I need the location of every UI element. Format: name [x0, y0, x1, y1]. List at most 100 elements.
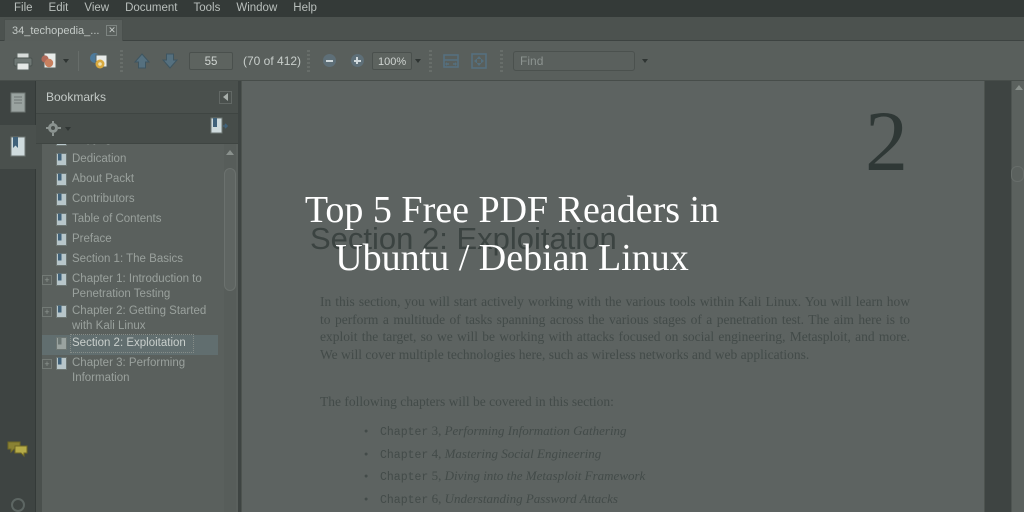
menu-item-edit[interactable]: Edit	[41, 0, 77, 17]
bookmark-icon	[56, 144, 67, 146]
list-item[interactable]: + Chapter 1: Introduction to Penetration…	[42, 271, 218, 303]
find-input[interactable]: Find	[513, 50, 636, 71]
zoom-level-selector[interactable]: 100%	[372, 46, 422, 76]
bookmarks-scroll-area: Copyright and Credits Dedication About P…	[42, 144, 238, 512]
bookmark-label: Table of Contents	[72, 213, 162, 225]
add-bookmark-button[interactable]	[209, 117, 229, 140]
document-view[interactable]: 2 Section 2: Exploitation In this sectio…	[238, 81, 1024, 512]
print-button[interactable]	[10, 46, 36, 76]
bookmarks-list: Copyright and Credits Dedication About P…	[42, 144, 218, 387]
expander-placeholder	[42, 195, 52, 205]
list-item[interactable]: Dedication	[42, 151, 218, 171]
fit-page-button[interactable]	[466, 46, 492, 76]
scroll-up-icon-document[interactable]	[1012, 81, 1024, 94]
next-page-button[interactable]	[157, 46, 183, 76]
chevron-down-icon[interactable]	[63, 58, 69, 63]
zoom-out-button[interactable]	[316, 46, 342, 76]
rail-button-pages[interactable]	[0, 81, 36, 125]
list-item[interactable]: Contributors	[42, 191, 218, 211]
toolbar-grip[interactable]	[120, 49, 123, 72]
chapter-ref: Chapter	[380, 471, 429, 484]
bookmark-icon	[56, 305, 67, 318]
document-scrollbar-thumb[interactable]	[1011, 166, 1024, 182]
chevron-down-icon-find[interactable]	[642, 58, 649, 63]
rail-button-search[interactable]	[8, 495, 28, 512]
bookmark-icon	[56, 153, 67, 166]
rail-button-bookmarks[interactable]	[0, 125, 36, 169]
bookmark-icon	[56, 213, 67, 226]
menu-item-file[interactable]: File	[6, 0, 41, 17]
chapter-title: Performing Information Gathering	[444, 423, 627, 438]
expander-placeholder	[42, 339, 52, 349]
bookmark-icon	[56, 233, 67, 246]
chevron-down-icon-zoom[interactable]	[415, 58, 422, 63]
bookmark-label: Copyright and Credits	[72, 144, 189, 147]
bookmark-label: Contributors	[72, 193, 135, 205]
zoom-level-value: 100%	[372, 51, 413, 70]
document-scrollbar[interactable]	[1011, 81, 1024, 512]
section-paragraph: In this section, you will start actively…	[320, 294, 910, 362]
bookmarks-scrollbar-thumb[interactable]	[224, 168, 236, 291]
chevron-down-icon-bookmarks[interactable]	[65, 126, 71, 131]
copy-button[interactable]	[38, 46, 69, 76]
chapter-num: 5,	[431, 468, 442, 483]
close-icon[interactable]: ✕	[106, 25, 118, 36]
tab-strip: 34_techopedia_... ✕	[0, 17, 1024, 41]
list-item[interactable]: Section 1: The Basics	[42, 251, 218, 271]
list-item[interactable]: Preface	[42, 231, 218, 251]
pdf-reader-window: File Edit View Document Tools Window Hel…	[0, 0, 1024, 512]
section-intro-line: The following chapters will be covered i…	[320, 394, 614, 409]
chapter-num: 3,	[431, 423, 442, 438]
expander-placeholder	[42, 155, 52, 165]
pdf-page: 2 Section 2: Exploitation In this sectio…	[242, 81, 984, 512]
toolbar-grip-4[interactable]	[500, 49, 504, 72]
bookmark-icon	[56, 357, 67, 370]
bookmark-label: Chapter 3: Performing Information	[72, 357, 186, 384]
pages-icon	[10, 92, 26, 113]
list-item[interactable]: Copyright and Credits	[42, 144, 218, 151]
list-item[interactable]: Table of Contents	[42, 211, 218, 231]
expander-icon[interactable]: +	[42, 359, 52, 369]
zoom-in-button[interactable]	[344, 46, 370, 76]
toolbar-separator	[78, 50, 79, 71]
chapter-title: Mastering Social Engineering	[444, 445, 602, 461]
highlight-button[interactable]	[86, 46, 112, 76]
expander-placeholder	[42, 235, 52, 245]
menu-item-window[interactable]: Window	[228, 0, 285, 17]
bookmark-label: Preface	[72, 233, 112, 245]
expander-placeholder	[42, 215, 52, 225]
previous-page-button[interactable]	[129, 46, 155, 76]
expander-placeholder	[42, 175, 52, 185]
list-item[interactable]: About Packt	[42, 171, 218, 191]
menu-item-tools[interactable]: Tools	[186, 0, 229, 17]
add-bookmark-icon	[210, 117, 229, 134]
list-item-selected[interactable]: Section 2: Exploitation	[42, 334, 218, 355]
list-item[interactable]: + Chapter 3: Performing Information	[42, 355, 218, 387]
toolbar-grip-2[interactable]	[307, 49, 311, 72]
fit-width-button[interactable]	[438, 46, 464, 76]
document-tab[interactable]: 34_techopedia_... ✕	[4, 19, 124, 41]
bookmark-label: Section 2: Exploitation	[70, 334, 194, 353]
menu-item-help[interactable]: Help	[285, 0, 325, 17]
bookmark-icon	[56, 253, 67, 266]
expander-icon[interactable]: +	[42, 275, 52, 285]
chapter-ref: Chapter	[380, 426, 429, 439]
menu-item-document[interactable]: Document	[117, 0, 185, 17]
page-number-input[interactable]: 55	[189, 51, 233, 70]
scroll-up-icon[interactable]	[224, 146, 236, 158]
zoom-out-icon	[322, 54, 336, 67]
main-toolbar: 55 (70 of 412) 100% Find	[0, 41, 1024, 81]
rail-button-comments[interactable]	[0, 428, 36, 472]
chapter-list: Chapter 3, Performing Information Gather…	[362, 421, 922, 512]
list-item: Chapter 5, Diving into the Metasploit Fr…	[362, 466, 922, 489]
bookmark-icon	[56, 337, 67, 350]
find-placeholder: Find	[520, 53, 544, 68]
menu-item-view[interactable]: View	[76, 0, 117, 17]
toolbar-grip-3[interactable]	[429, 49, 433, 72]
collapse-left-icon[interactable]	[219, 90, 232, 104]
bookmark-tools-button[interactable]	[45, 120, 71, 137]
list-item[interactable]: + Chapter 2: Getting Started with Kali L…	[42, 303, 218, 335]
chapter-ref: Chapter	[380, 448, 429, 462]
list-item: Chapter 3, Performing Information Gather…	[362, 421, 922, 444]
expander-icon[interactable]: +	[42, 307, 52, 317]
